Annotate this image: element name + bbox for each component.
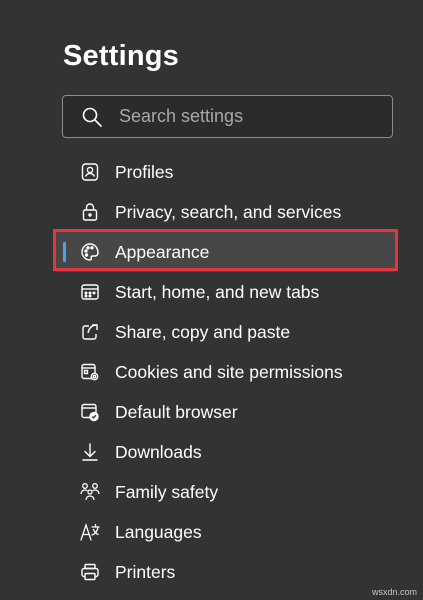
search-box[interactable] — [62, 95, 393, 138]
nav-item-printers[interactable]: Printers — [54, 552, 396, 592]
nav-item-start-home[interactable]: Start, home, and new tabs — [54, 272, 396, 312]
nav-item-cookies[interactable]: Cookies and site permissions — [54, 352, 396, 392]
lock-icon — [79, 201, 101, 223]
settings-nav: Profiles Privacy, search, and services A… — [54, 152, 396, 592]
nav-item-profiles[interactable]: Profiles — [54, 152, 396, 192]
nav-label: Family safety — [115, 481, 219, 502]
nav-label: Cookies and site permissions — [115, 361, 343, 382]
nav-item-downloads[interactable]: Downloads — [54, 432, 396, 472]
profile-icon — [79, 161, 101, 183]
download-icon — [79, 441, 101, 463]
nav-label: Privacy, search, and services — [115, 201, 342, 222]
nav-item-languages[interactable]: Languages — [54, 512, 396, 552]
share-icon — [79, 321, 101, 343]
default-browser-icon — [79, 401, 101, 423]
nav-label: Profiles — [115, 161, 174, 182]
nav-label: Appearance — [115, 241, 210, 262]
nav-item-family-safety[interactable]: Family safety — [54, 472, 396, 512]
nav-item-share[interactable]: Share, copy and paste — [54, 312, 396, 352]
cookies-permissions-icon — [79, 361, 101, 383]
start-page-icon — [79, 281, 101, 303]
search-icon — [81, 106, 103, 128]
nav-label: Downloads — [115, 441, 202, 462]
page-title: Settings — [63, 40, 179, 72]
nav-label: Share, copy and paste — [115, 321, 291, 342]
nav-item-appearance[interactable]: Appearance — [54, 232, 396, 272]
palette-icon — [79, 241, 101, 263]
family-icon — [79, 481, 101, 503]
nav-label: Printers — [115, 561, 176, 582]
language-icon — [79, 521, 101, 543]
nav-label: Default browser — [115, 401, 238, 422]
nav-label: Languages — [115, 521, 202, 542]
nav-item-privacy[interactable]: Privacy, search, and services — [54, 192, 396, 232]
search-input[interactable] — [119, 106, 369, 127]
printer-icon — [79, 561, 101, 583]
nav-label: Start, home, and new tabs — [115, 281, 320, 302]
active-indicator — [63, 242, 66, 262]
watermark: wsxdn.com — [371, 587, 417, 597]
nav-item-default-browser[interactable]: Default browser — [54, 392, 396, 432]
